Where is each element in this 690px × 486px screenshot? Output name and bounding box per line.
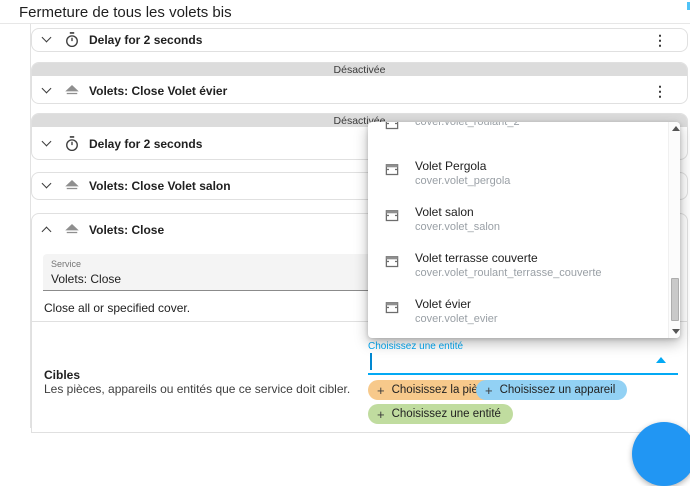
chip-label: Choisissez une entité (392, 408, 501, 420)
dropdown-collapse-arrow-icon[interactable] (656, 357, 666, 363)
action-card-volet-evier: Désactivée Volets: Close Volet évier ⋮ (31, 62, 688, 104)
entity-option[interactable]: Volet terrasse couverte cover.volet_roul… (368, 240, 680, 286)
entity-name: Volet Pergola (415, 160, 510, 173)
awning-icon (63, 177, 81, 195)
entity-option[interactable]: Volet salon cover.volet_salon (368, 194, 680, 240)
entity-id: cover.volet_roulant_terrasse_couverte (415, 267, 602, 280)
scroll-down-arrow-icon[interactable] (672, 329, 680, 334)
header-divider (0, 23, 690, 24)
chip-label: Choisissez un appareil (500, 384, 616, 396)
action-label: Delay for 2 seconds (89, 137, 202, 151)
window-shutter-icon (383, 161, 401, 179)
entity-id: cover.volet_evier (415, 313, 498, 326)
chevron-down-icon[interactable] (40, 33, 54, 47)
action-label: Volets: Close Volet salon (89, 179, 231, 193)
window-shutter-icon (383, 122, 401, 133)
add-device-chip[interactable]: + Choisissez un appareil (476, 380, 627, 400)
window-shutter-icon (383, 207, 401, 225)
timer-icon (63, 135, 81, 153)
scroll-up-arrow-icon[interactable] (672, 126, 680, 131)
kebab-menu-icon[interactable]: ⋮ (653, 84, 667, 98)
scrollbar-thumb[interactable] (671, 278, 679, 321)
timer-icon (63, 31, 81, 49)
entity-id: cover.volet_pergola (415, 175, 510, 188)
action-label: Delay for 2 seconds (89, 33, 202, 47)
kebab-menu-icon[interactable]: ⋮ (653, 33, 667, 47)
entity-option[interactable]: Volet évier cover.volet_evier (368, 286, 680, 332)
entity-picker-input[interactable]: Choisissez une entité (368, 341, 678, 374)
window-shutter-icon (383, 299, 401, 317)
chevron-down-icon[interactable] (40, 179, 54, 193)
add-entity-chip[interactable]: + Choisissez une entité (368, 404, 513, 424)
text-caret (370, 353, 372, 370)
plus-icon: + (485, 383, 493, 398)
input-underline (368, 373, 678, 375)
entity-dropdown-list: cover.volet_roulant_2 Volet Pergola cove… (368, 122, 680, 332)
plus-icon: + (377, 407, 385, 422)
action-label: Volets: Close Volet évier (89, 84, 227, 98)
entity-option[interactable]: cover.volet_roulant_2 (368, 122, 680, 148)
entity-picker-label: Choisissez une entité (368, 341, 678, 352)
action-label: Volets: Close (89, 223, 164, 237)
chevron-down-icon[interactable] (40, 137, 54, 151)
save-fab-button[interactable] (632, 422, 690, 486)
entity-option[interactable]: Volet Pergola cover.volet_pergola (368, 148, 680, 194)
entity-name: Volet salon (415, 206, 500, 219)
page-title: Fermeture de tous les volets bis (19, 4, 232, 21)
targets-title: Cibles (44, 368, 80, 382)
targets-description: Les pièces, appareils ou entités que ce … (44, 382, 350, 396)
action-row-delay-1[interactable]: Delay for 2 seconds ⋮ (32, 29, 687, 51)
disabled-badge: Désactivée (32, 63, 687, 76)
action-row-volet-evier[interactable]: Volets: Close Volet évier ⋮ (32, 76, 687, 105)
plus-icon: + (377, 383, 385, 398)
awning-icon (63, 221, 81, 239)
service-description: Close all or specified cover. (44, 301, 190, 315)
entity-id: cover.volet_roulant_2 (415, 122, 520, 129)
action-card-delay-1: Delay for 2 seconds ⋮ (31, 28, 688, 52)
awning-icon (63, 82, 81, 100)
entity-id: cover.volet_salon (415, 221, 500, 234)
entity-name: Volet terrasse couverte (415, 252, 602, 265)
chevron-up-icon[interactable] (40, 223, 54, 237)
entity-dropdown-menu: cover.volet_roulant_2 Volet Pergola cove… (368, 122, 680, 338)
dropdown-scrollbar[interactable] (668, 122, 680, 338)
window-shutter-icon (383, 253, 401, 271)
chevron-down-icon[interactable] (40, 84, 54, 98)
entity-name: Volet évier (415, 298, 498, 311)
